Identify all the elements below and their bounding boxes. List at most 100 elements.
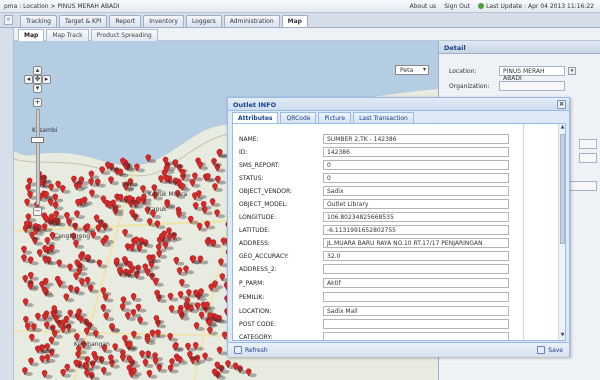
field-sms-report-value[interactable]: 0 xyxy=(323,160,509,170)
subtab-map[interactable]: Map xyxy=(18,29,45,41)
field-label: P_PARM: xyxy=(239,280,265,287)
zoom-slider-handle[interactable] xyxy=(31,137,44,143)
scroll-up-icon[interactable]: ▲ xyxy=(559,124,565,131)
breadcrumb: pma : Location > PINUS MERAH ABADI xyxy=(4,3,120,10)
main-nav: « Tracking Target & KPI Report Inventory… xyxy=(0,13,600,28)
dialog-tab-attributes[interactable]: Attributes xyxy=(232,112,279,123)
field-object-model-value[interactable]: Outlet Library xyxy=(323,199,509,209)
attributes-form: NAME: SUMBER 2,TK - 142386 ID: 142386 SM… xyxy=(232,123,566,341)
detail-field-b[interactable] xyxy=(579,153,597,163)
field-label: LATITUDE: xyxy=(239,227,271,234)
field-latitude-value[interactable]: -6.1131991652802755 xyxy=(323,225,509,235)
outlet-info-dialog: Outlet INFO × Attributes QRCode Picture … xyxy=(227,97,570,357)
dialog-title-bar: Outlet INFO × xyxy=(228,98,569,111)
field-label: OBJECT_MODEL: xyxy=(239,201,288,208)
field-label: ADDRESS: xyxy=(239,240,270,247)
detail-field-a[interactable] xyxy=(579,139,597,149)
detail-title: Detail xyxy=(439,41,600,54)
map-type-select[interactable]: Peta ▾ xyxy=(395,65,429,75)
field-label: POST CODE: xyxy=(239,321,277,328)
location-picker-button[interactable]: ▾ xyxy=(568,67,576,75)
organization-field[interactable] xyxy=(499,81,565,91)
tab-inventory[interactable]: Inventory xyxy=(143,15,184,27)
pan-left-button[interactable]: ◂ xyxy=(24,75,33,84)
save-icon xyxy=(537,346,546,354)
map-label-kepu: Kepu xyxy=(122,181,137,188)
field-label: ADDRESS_2: xyxy=(239,266,277,273)
map-label-kembangan: Kembangan xyxy=(74,341,110,348)
field-label: LONGITUDE: xyxy=(239,214,277,221)
left-collapsed-panel xyxy=(0,28,14,380)
field-p-parm-value[interactable]: Aktif xyxy=(323,278,509,288)
field-label: SMS_REPORT: xyxy=(239,162,280,169)
form-scrollbar[interactable]: ▲ ▼ xyxy=(558,124,565,340)
tab-report[interactable]: Report xyxy=(109,15,142,27)
map-label-kapuk-muara: Kapuk Muara xyxy=(148,191,188,198)
field-geo-accuracy-value[interactable]: 32.0 xyxy=(323,251,509,261)
tab-tracking[interactable]: Tracking xyxy=(20,15,57,27)
organization-label: Organization: xyxy=(449,83,490,90)
dialog-tab-picture[interactable]: Picture xyxy=(318,112,352,123)
field-longitude-value[interactable]: 106.80234825668535 xyxy=(323,212,509,222)
pan-center-button[interactable]: ✥ xyxy=(33,75,42,84)
top-header: pma : Location > PINUS MERAH ABADI About… xyxy=(0,0,600,13)
map-label-kapuk: Kapuk xyxy=(148,206,167,213)
save-button[interactable]: Save xyxy=(537,346,563,354)
refresh-icon xyxy=(234,346,242,354)
dialog-title: Outlet INFO xyxy=(233,101,277,109)
pan-down-button[interactable]: ▾ xyxy=(33,84,42,93)
field-label: NAME: xyxy=(239,136,259,143)
tab-loggers[interactable]: Loggers xyxy=(185,15,222,27)
close-icon[interactable]: × xyxy=(557,100,566,109)
last-update-status: Last Update : Apr 04 2013 11:16:22 xyxy=(478,3,594,10)
field-label: OBJECT_VENDOR: xyxy=(239,188,292,195)
map-label-cengkareng: Cengkareng xyxy=(54,233,91,240)
pan-right-button[interactable]: ▸ xyxy=(42,75,51,84)
zoom-slider-track[interactable] xyxy=(36,109,40,205)
location-label: Location: xyxy=(449,68,477,75)
field-id-value[interactable]: 142386 xyxy=(323,147,509,157)
status-dot-icon xyxy=(478,3,485,9)
pan-up-button[interactable]: ▴ xyxy=(33,66,42,75)
chevron-down-icon: ▾ xyxy=(422,66,426,73)
field-status-value[interactable]: 0 xyxy=(323,173,509,183)
field-location-value[interactable]: Sadix Mall xyxy=(323,306,509,316)
about-us-link[interactable]: About us xyxy=(410,3,437,10)
field-category-value[interactable] xyxy=(323,332,509,340)
tab-target-kpi[interactable]: Target & KPI xyxy=(58,15,108,27)
scrollbar-thumb[interactable] xyxy=(560,134,565,244)
map-type-value: Peta xyxy=(400,67,414,74)
zoom-in-button[interactable]: + xyxy=(33,98,42,107)
field-label: ID: xyxy=(239,149,248,156)
subtab-map-track[interactable]: Map Track xyxy=(46,29,89,41)
form-divider xyxy=(523,124,524,340)
field-label: STATUS: xyxy=(239,175,264,182)
refresh-button[interactable]: Refresh xyxy=(234,346,268,354)
field-pemilik-value[interactable] xyxy=(323,292,509,302)
field-label: PEMILIK: xyxy=(239,294,265,301)
field-post-code-value[interactable] xyxy=(323,319,509,329)
field-label: CATEGORY: xyxy=(239,334,273,341)
dialog-footer: Refresh Save xyxy=(228,342,569,357)
field-address-2-value[interactable] xyxy=(323,264,509,274)
detail-field-c[interactable] xyxy=(569,181,597,191)
tab-administration[interactable]: Administration xyxy=(223,15,280,27)
zoom-out-button[interactable]: − xyxy=(33,207,42,216)
field-address-value[interactable]: JL.MUARA BARU RAYA NO.10 RT.17/17 PENJAR… xyxy=(323,238,509,248)
sub-nav: Map Map Track Product Spreading xyxy=(14,28,600,41)
refresh-label: Refresh xyxy=(245,346,268,354)
sign-out-link[interactable]: Sign Out xyxy=(444,3,470,10)
last-update-text: Last Update : Apr 04 2013 11:16:22 xyxy=(486,3,594,10)
dialog-tab-last-transaction[interactable]: Last Transaction xyxy=(353,112,414,123)
save-label: Save xyxy=(548,346,563,354)
scroll-down-icon[interactable]: ▼ xyxy=(559,332,565,339)
field-label: LOCATION: xyxy=(239,308,272,315)
tab-map[interactable]: Map xyxy=(281,15,308,27)
dialog-tab-qrcode[interactable]: QRCode xyxy=(280,112,317,123)
subtab-product-spreading[interactable]: Product Spreading xyxy=(90,29,158,41)
location-field[interactable]: PINUS MERAH ABADI xyxy=(499,66,565,82)
field-name-value[interactable]: SUMBER 2,TK - 142386 xyxy=(323,134,509,144)
field-object-vendor-value[interactable]: Sadix xyxy=(323,186,509,196)
field-label: GEO_ACCURACY: xyxy=(239,253,289,260)
collapse-sidebar-button[interactable]: « xyxy=(4,15,13,25)
